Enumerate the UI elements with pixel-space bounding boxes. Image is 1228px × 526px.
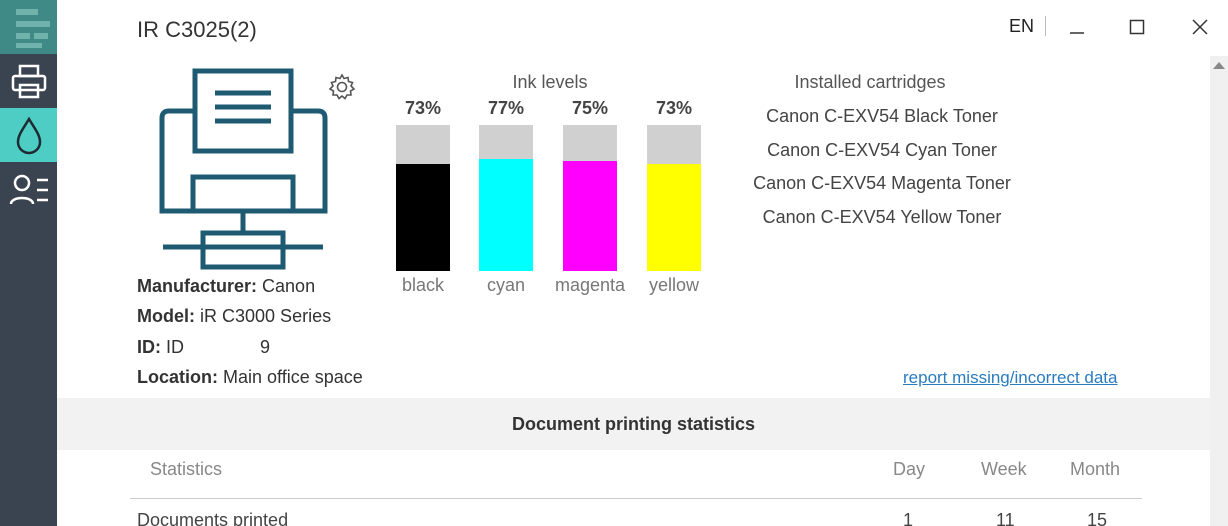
report-missing-data-link[interactable]: report missing/incorrect data xyxy=(903,368,1117,388)
row-label-documents-printed: Documents printed xyxy=(137,510,289,526)
app-logo-icon[interactable] xyxy=(0,0,57,54)
model-label: Model: xyxy=(137,306,195,326)
id-row: ID: ID 9 xyxy=(137,337,270,358)
printer-icon[interactable] xyxy=(0,56,57,108)
sidebar xyxy=(0,0,57,526)
installed-cartridges-title: Installed cartridges xyxy=(794,72,946,92)
ink-levels-title: Ink levels xyxy=(512,72,588,92)
table-divider xyxy=(130,498,1142,499)
ink-percent-black: 73% xyxy=(404,98,442,118)
model-row: Model: iR C3000 Series xyxy=(137,306,331,327)
id-value-prefix: ID xyxy=(166,337,185,357)
close-button[interactable] xyxy=(1184,12,1216,42)
manufacturer-row: Manufacturer: Canon xyxy=(137,276,315,297)
column-header-month[interactable]: Month xyxy=(1070,459,1120,480)
id-value-suffix: 9 xyxy=(260,337,271,357)
settings-gear-icon[interactable] xyxy=(328,73,356,106)
manufacturer-label: Manufacturer: xyxy=(137,276,258,296)
cartridge-item: Canon C-EXV54 Black Toner xyxy=(766,106,998,126)
ink-bar-magenta xyxy=(563,125,617,271)
location-label: Location: xyxy=(137,367,218,387)
title-separator xyxy=(1045,16,1046,36)
column-header-day[interactable]: Day xyxy=(893,459,925,480)
ink-drop-icon[interactable] xyxy=(0,108,57,162)
manufacturer-value: Canon xyxy=(262,276,316,296)
cartridge-item: Canon C-EXV54 Yellow Toner xyxy=(762,207,1002,227)
id-redacted xyxy=(184,337,261,353)
ink-fill-black xyxy=(396,164,450,271)
statistics-header: Document printing statistics xyxy=(57,398,1210,450)
ink-bar-black xyxy=(396,125,450,271)
ink-fill-yellow xyxy=(647,164,701,271)
ink-bar-yellow xyxy=(647,125,701,271)
row-value-week: 11 xyxy=(996,510,1015,526)
ink-bar-cyan xyxy=(479,125,533,271)
row-value-month: 15 xyxy=(1087,510,1108,526)
title-bar: IR C3025(2) EN xyxy=(57,0,1228,56)
cartridge-item: Canon C-EXV54 Magenta Toner xyxy=(753,173,1011,193)
ink-percent-magenta: 75% xyxy=(571,98,609,118)
id-label: ID: xyxy=(137,337,161,357)
location-row: Location: Main office space xyxy=(137,367,363,388)
row-value-day: 1 xyxy=(903,510,914,526)
maximize-button[interactable] xyxy=(1121,12,1153,42)
ink-fill-magenta xyxy=(563,161,617,271)
column-header-week[interactable]: Week xyxy=(981,459,1027,480)
ink-percent-yellow: 73% xyxy=(655,98,693,118)
scroll-up-arrow-icon[interactable] xyxy=(1213,62,1225,69)
vertical-scrollbar[interactable] xyxy=(1210,56,1228,526)
model-value: iR C3000 Series xyxy=(200,306,332,326)
ink-percent-cyan: 77% xyxy=(487,98,525,118)
column-header-statistics[interactable]: Statistics xyxy=(150,459,222,480)
minimize-button[interactable] xyxy=(1061,12,1093,42)
users-list-icon[interactable] xyxy=(0,164,57,216)
language-selector[interactable]: EN xyxy=(1009,16,1034,37)
ink-name-yellow: yellow xyxy=(648,275,700,295)
ink-fill-cyan xyxy=(479,159,533,271)
printer-illustration-icon xyxy=(155,65,335,280)
window-title: IR C3025(2) xyxy=(137,17,257,42)
location-value: Main office space xyxy=(223,367,363,387)
cartridge-item: Canon C-EXV54 Cyan Toner xyxy=(767,140,997,160)
